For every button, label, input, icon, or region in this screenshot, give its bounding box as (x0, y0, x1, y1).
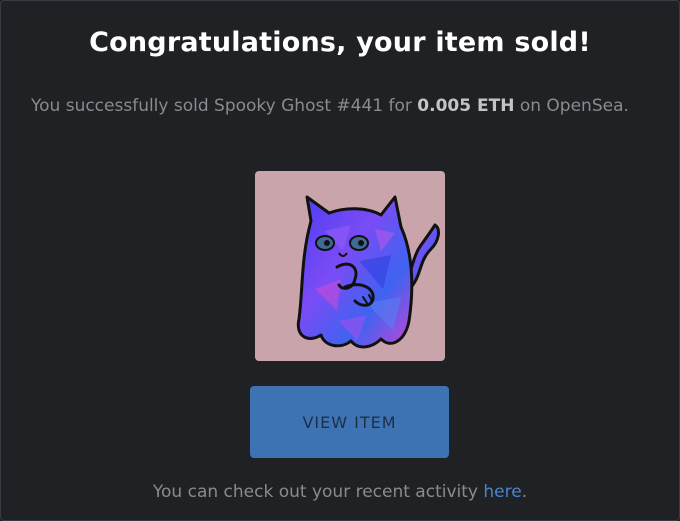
sale-dialog: Congratulations, your item sold! You suc… (0, 0, 680, 521)
message-prefix: You successfully sold Spooky Ghost #441 … (31, 96, 412, 116)
nft-image[interactable] (255, 171, 445, 361)
dialog-title: Congratulations, your item sold! (89, 27, 591, 58)
ghost-cat-illustration (296, 195, 440, 349)
sale-amount: 0.005 ETH (417, 96, 515, 116)
footer-prefix: You can check out your recent activity (152, 482, 478, 502)
activity-footer: You can check out your recent activity h… (1, 482, 679, 502)
sale-message: You successfully sold Spooky Ghost #441 … (31, 93, 631, 119)
activity-link[interactable]: here (483, 482, 521, 502)
view-item-button[interactable]: VIEW ITEM (250, 386, 449, 458)
footer-suffix: . (521, 482, 528, 502)
message-suffix: on OpenSea. (519, 96, 629, 116)
